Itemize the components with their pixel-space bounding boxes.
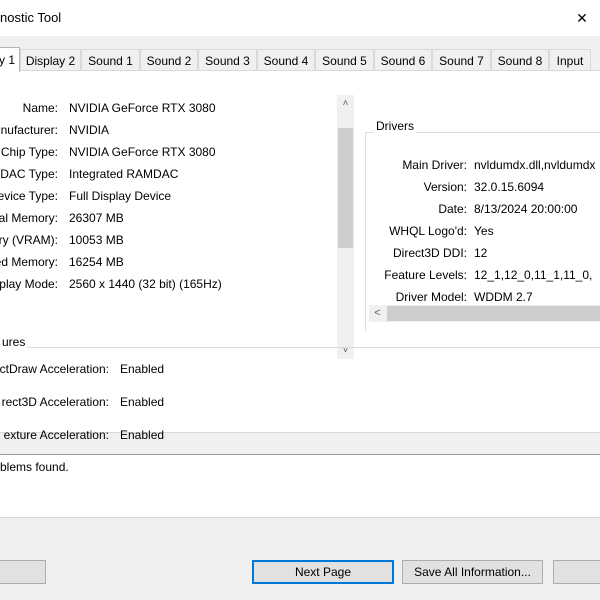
device-row-shared-memory: ed Memory: 16254 MB	[0, 252, 335, 274]
device-value: NVIDIA GeForce RTX 3080	[69, 145, 216, 159]
device-value: 10053 MB	[69, 233, 124, 247]
tab-sound-3[interactable]: Sound 3	[198, 49, 257, 71]
save-all-information-button[interactable]: Save All Information...	[402, 560, 543, 584]
driver-label: Date:	[438, 202, 467, 216]
feature-value: Enabled	[120, 395, 165, 409]
close-icon[interactable]: ✕	[572, 8, 592, 28]
device-row-chip-type: Chip Type: NVIDIA GeForce RTX 3080	[0, 142, 335, 164]
notes-box[interactable]: blems found.	[0, 454, 600, 518]
device-row-vram: ory (VRAM): 10053 MB	[0, 230, 335, 252]
device-value: NVIDIA GeForce RTX 3080	[69, 101, 216, 115]
driver-row-d3d-ddi: Direct3D DDI: 12	[365, 243, 600, 265]
scroll-down-icon[interactable]: ˅	[337, 342, 354, 359]
feature-value: Enabled	[120, 362, 165, 376]
driver-value: 32.0.15.6094	[474, 180, 545, 194]
feature-row-agp-texture: exture Acceleration: Enabled	[0, 428, 300, 446]
device-label: Chip Type:	[0, 145, 58, 159]
drivers-horizontal-scrollbar[interactable]: <	[369, 305, 600, 322]
device-value: Full Display Device	[69, 189, 172, 203]
tab-strip: y 1 Display 2 Sound 1 Sound 2 Sound 3 So…	[0, 47, 600, 72]
features-group-label: ures	[0, 335, 28, 349]
help-button[interactable]	[0, 560, 46, 584]
driver-label: Main Driver:	[402, 158, 467, 172]
driver-value: WDDM 2.7	[474, 290, 533, 304]
scrollbar-thumb[interactable]	[338, 128, 353, 248]
device-label: splay Mode:	[0, 277, 58, 291]
tab-sound-8[interactable]: Sound 8	[491, 49, 549, 71]
device-row-name: Name: NVIDIA GeForce RTX 3080	[0, 98, 335, 120]
feature-label: rect3D Acceleration:	[1, 395, 109, 409]
dialog-content: y 1 Display 2 Sound 1 Sound 2 Sound 3 So…	[0, 36, 600, 600]
device-info-list[interactable]: Name: NVIDIA GeForce RTX 3080 nufacturer…	[0, 91, 355, 361]
tab-sound-6[interactable]: Sound 6	[374, 49, 432, 71]
device-label: ory (VRAM):	[0, 233, 58, 247]
features-group-border-top	[0, 347, 600, 348]
driver-label: Direct3D DDI:	[392, 246, 467, 260]
tab-sound-5[interactable]: Sound 5	[315, 49, 374, 71]
driver-label: WHQL Logo'd:	[389, 224, 467, 238]
device-row-manufacturer: nufacturer: NVIDIA	[0, 120, 335, 142]
feature-row-direct3d: rect3D Acceleration: Enabled	[0, 395, 300, 413]
device-value: 26307 MB	[69, 211, 124, 225]
tab-sound-1[interactable]: Sound 1	[81, 49, 140, 71]
device-label: DAC Type:	[0, 167, 58, 181]
driver-label: Driver Model:	[395, 290, 467, 304]
tab-input[interactable]: Input	[549, 49, 591, 71]
feature-value: Enabled	[120, 428, 165, 442]
scrollbar-thumb[interactable]	[387, 306, 600, 321]
scroll-left-icon[interactable]: <	[369, 305, 386, 322]
device-label: evice Type:	[0, 189, 58, 203]
device-label: ed Memory:	[0, 255, 58, 269]
device-row-dac-type: DAC Type: Integrated RAMDAC	[0, 164, 335, 186]
exit-button[interactable]	[553, 560, 600, 584]
tab-sound-4[interactable]: Sound 4	[257, 49, 315, 71]
device-label: Name:	[22, 101, 58, 115]
tab-sound-7[interactable]: Sound 7	[432, 49, 491, 71]
feature-row-directdraw: ctDraw Acceleration: Enabled	[0, 362, 300, 380]
notes-text: blems found.	[0, 460, 69, 474]
driver-value: nvldumdx.dll,nvldumdx	[474, 158, 596, 172]
tab-display-1[interactable]: y 1	[0, 47, 20, 72]
device-value: 2560 x 1440 (32 bit) (165Hz)	[69, 277, 222, 291]
device-value: 16254 MB	[69, 255, 124, 269]
device-value: Integrated RAMDAC	[69, 167, 179, 181]
window-title: nostic Tool	[0, 10, 62, 25]
scroll-up-icon[interactable]: ˄	[337, 95, 354, 112]
device-label: tal Memory:	[0, 211, 58, 225]
next-page-button[interactable]: Next Page	[252, 560, 394, 584]
drivers-group-label: Drivers	[374, 119, 416, 133]
feature-label: ctDraw Acceleration:	[0, 362, 109, 376]
driver-value: 12_1,12_0,11_1,11_0,	[474, 268, 593, 282]
device-vertical-scrollbar[interactable]: ˄ ˅	[337, 95, 354, 359]
title-bar: nostic Tool ✕	[0, 0, 600, 36]
driver-row-whql: WHQL Logo'd: Yes	[365, 221, 600, 243]
tab-panel: Name: NVIDIA GeForce RTX 3080 nufacturer…	[0, 70, 600, 442]
driver-row-date: Date: 8/13/2024 20:00:00	[365, 199, 600, 221]
device-row-device-type: evice Type: Full Display Device	[0, 186, 335, 208]
feature-label: exture Acceleration:	[3, 428, 109, 442]
driver-value: 12	[474, 246, 488, 260]
device-row-display-mode: splay Mode: 2560 x 1440 (32 bit) (165Hz)	[0, 274, 335, 296]
driver-row-version: Version: 32.0.15.6094	[365, 177, 600, 199]
driver-row-feature-levels: Feature Levels: 12_1,12_0,11_1,11_0,	[365, 265, 600, 287]
driver-label: Version:	[423, 180, 467, 194]
driver-value: 8/13/2024 20:00:00	[474, 202, 578, 216]
driver-row-main-driver: Main Driver: nvldumdx.dll,nvldumdx	[365, 155, 600, 177]
device-label: nufacturer:	[0, 123, 58, 137]
device-row-total-memory: tal Memory: 26307 MB	[0, 208, 335, 230]
tab-display-2[interactable]: Display 2	[20, 49, 81, 71]
driver-label: Feature Levels:	[384, 268, 467, 282]
tab-sound-2[interactable]: Sound 2	[140, 49, 198, 71]
driver-value: Yes	[474, 224, 494, 238]
device-value: NVIDIA	[69, 123, 110, 137]
